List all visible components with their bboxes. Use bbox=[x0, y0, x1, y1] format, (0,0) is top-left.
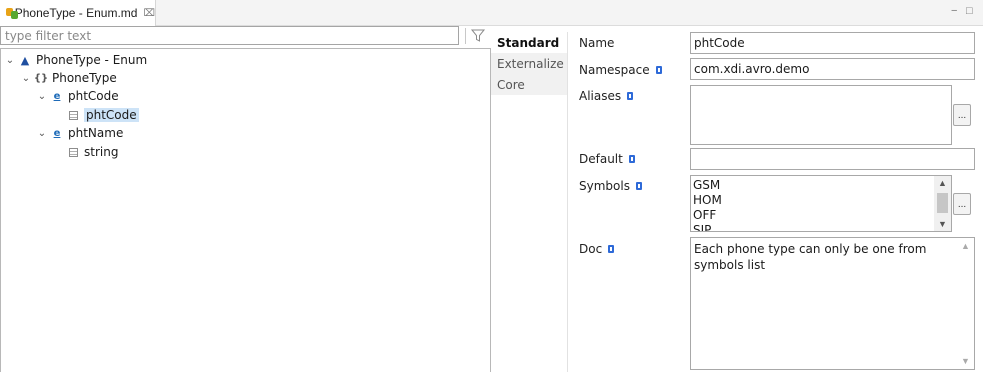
tab-standard[interactable]: Standard bbox=[491, 32, 567, 53]
aliases-browse-button[interactable]: ... bbox=[953, 104, 971, 126]
type-icon bbox=[65, 144, 81, 160]
tree-node-label: phtCode bbox=[68, 89, 119, 103]
struct-icon: {} bbox=[33, 72, 49, 84]
chevron-down-icon[interactable]: ⌄ bbox=[3, 55, 17, 66]
outline-tree: ⌄ ▲ PhoneType - Enum ⌄ {} PhoneType ⌄ e … bbox=[0, 48, 491, 372]
scrollbar-thumb[interactable] bbox=[937, 193, 948, 213]
symbols-browse-button[interactable]: ... bbox=[953, 193, 971, 215]
editor-tab[interactable]: PhoneType - Enum.md ⌧ bbox=[0, 0, 156, 26]
doc-text: Each phone type can only be one from sym… bbox=[694, 242, 927, 272]
info-icon bbox=[635, 182, 642, 190]
filter-input[interactable]: type filter text bbox=[0, 26, 459, 45]
filter-icon[interactable] bbox=[470, 27, 486, 44]
field-icon: e bbox=[53, 127, 61, 139]
tree-node-phonetype[interactable]: ⌄ {} PhoneType bbox=[19, 69, 117, 87]
doc-scrollbar[interactable]: ▲ ▼ bbox=[957, 238, 974, 369]
info-icon bbox=[627, 92, 634, 100]
aliases-field[interactable] bbox=[690, 85, 952, 145]
name-label: Name bbox=[579, 36, 615, 50]
chevron-up-icon[interactable]: ▲ bbox=[934, 176, 951, 190]
section-tabs: Standard Externalize Core bbox=[491, 32, 568, 372]
tree-node-phtname-type[interactable]: string bbox=[65, 143, 118, 161]
name-field[interactable]: phtCode bbox=[690, 32, 975, 54]
tree-node-root[interactable]: ⌄ ▲ PhoneType - Enum bbox=[3, 51, 147, 69]
model-file-icon bbox=[5, 6, 18, 20]
symbols-list[interactable]: GSM HOM OFF SIP ▲ ▼ bbox=[690, 175, 952, 232]
field-icon: e bbox=[53, 90, 61, 102]
tree-node-label: PhoneType - Enum bbox=[36, 53, 148, 67]
editor-tab-bar: PhoneType - Enum.md ⌧ − □ bbox=[0, 0, 983, 26]
type-icon bbox=[65, 107, 81, 123]
chevron-down-icon[interactable]: ⌄ bbox=[19, 73, 33, 84]
editor-tab-title: PhoneType - Enum.md bbox=[14, 6, 138, 20]
chevron-down-icon[interactable]: ▼ bbox=[957, 353, 974, 369]
namespace-label: Namespace bbox=[579, 63, 662, 77]
tree-node-phtname[interactable]: ⌄ e phtName bbox=[35, 124, 124, 142]
tab-externalize[interactable]: Externalize bbox=[491, 53, 567, 74]
list-item[interactable]: GSM bbox=[693, 178, 931, 193]
close-icon[interactable]: ⌧ bbox=[143, 8, 155, 19]
tree-node-label: phtName bbox=[68, 126, 124, 140]
filter-separator bbox=[465, 28, 466, 44]
default-label: Default bbox=[579, 152, 635, 166]
chevron-down-icon[interactable]: ▼ bbox=[934, 217, 951, 231]
aliases-label: Aliases bbox=[579, 89, 634, 103]
chevron-up-icon[interactable]: ▲ bbox=[957, 238, 974, 254]
list-item[interactable]: OFF bbox=[693, 208, 931, 223]
info-icon bbox=[628, 155, 635, 163]
chevron-down-icon[interactable]: ⌄ bbox=[35, 128, 49, 139]
tree-node-label: phtCode bbox=[84, 108, 139, 122]
tree-node-phtcode-type[interactable]: phtCode bbox=[65, 106, 139, 124]
tree-node-label: string bbox=[84, 145, 119, 159]
chevron-down-icon[interactable]: ⌄ bbox=[35, 91, 49, 102]
default-field[interactable] bbox=[690, 148, 975, 170]
enum-icon: ▲ bbox=[20, 53, 30, 67]
list-item[interactable]: SIP bbox=[693, 223, 931, 231]
maximize-icon[interactable]: □ bbox=[966, 5, 973, 17]
list-item[interactable]: HOM bbox=[693, 193, 931, 208]
tree-node-phtcode[interactable]: ⌄ e phtCode bbox=[35, 87, 119, 105]
info-icon bbox=[608, 245, 615, 253]
minimize-icon[interactable]: − bbox=[951, 5, 957, 17]
info-icon bbox=[655, 66, 662, 74]
tree-node-label: PhoneType bbox=[52, 71, 117, 85]
namespace-field[interactable]: com.xdi.avro.demo bbox=[690, 58, 975, 80]
tab-core[interactable]: Core bbox=[491, 74, 567, 95]
doc-field[interactable]: Each phone type can only be one from sym… bbox=[690, 237, 975, 370]
symbols-scrollbar[interactable]: ▲ ▼ bbox=[934, 176, 951, 231]
doc-label: Doc bbox=[579, 242, 615, 256]
symbols-label: Symbols bbox=[579, 179, 642, 193]
